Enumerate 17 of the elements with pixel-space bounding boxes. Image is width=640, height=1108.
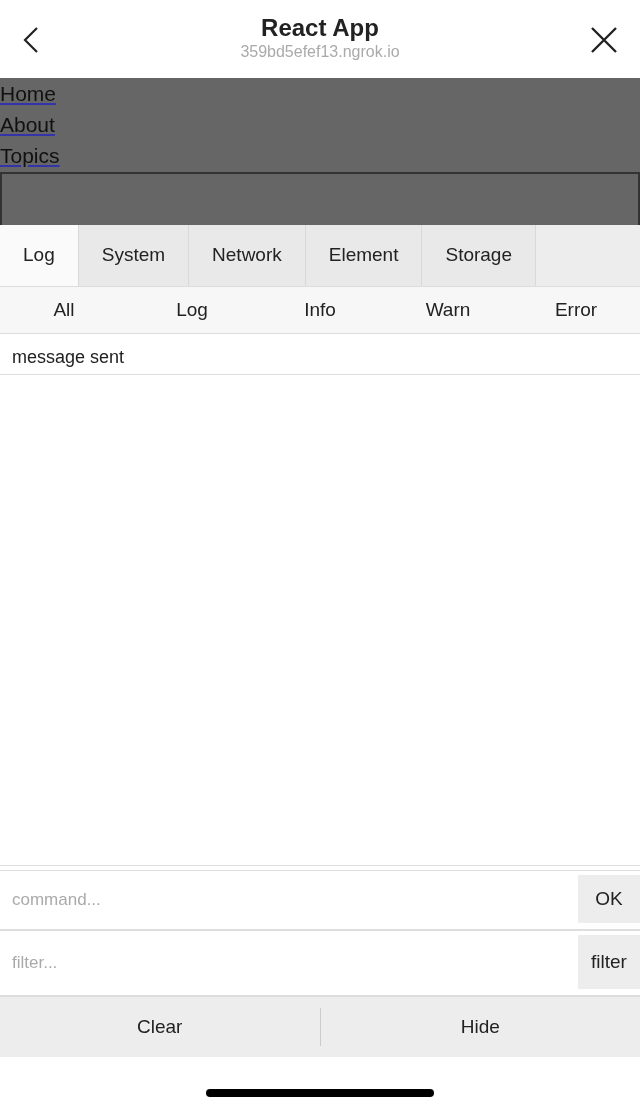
log-filter-tab[interactable]: Warn (384, 287, 512, 333)
log-filter-tab[interactable]: All (0, 287, 128, 333)
tab[interactable]: System (78, 225, 190, 286)
tab[interactable]: Element (305, 225, 423, 286)
tab[interactable]: Log (0, 225, 79, 286)
page-title: React App (261, 14, 379, 42)
footer-button[interactable]: Clear (0, 997, 320, 1057)
log-filter-tab[interactable]: Info (256, 287, 384, 333)
tab[interactable]: Network (189, 225, 306, 286)
ok-button[interactable]: OK (578, 875, 640, 923)
tab[interactable]: Storage (422, 225, 536, 286)
log-filter-tab[interactable]: Error (512, 287, 640, 333)
filter-button[interactable]: filter (578, 935, 640, 989)
log-entry: message sent (0, 334, 640, 375)
log-filter-tab[interactable]: Log (128, 287, 256, 333)
page-url: 359bd5efef13.ngrok.io (240, 42, 400, 62)
footer-button[interactable]: Hide (320, 997, 640, 1057)
